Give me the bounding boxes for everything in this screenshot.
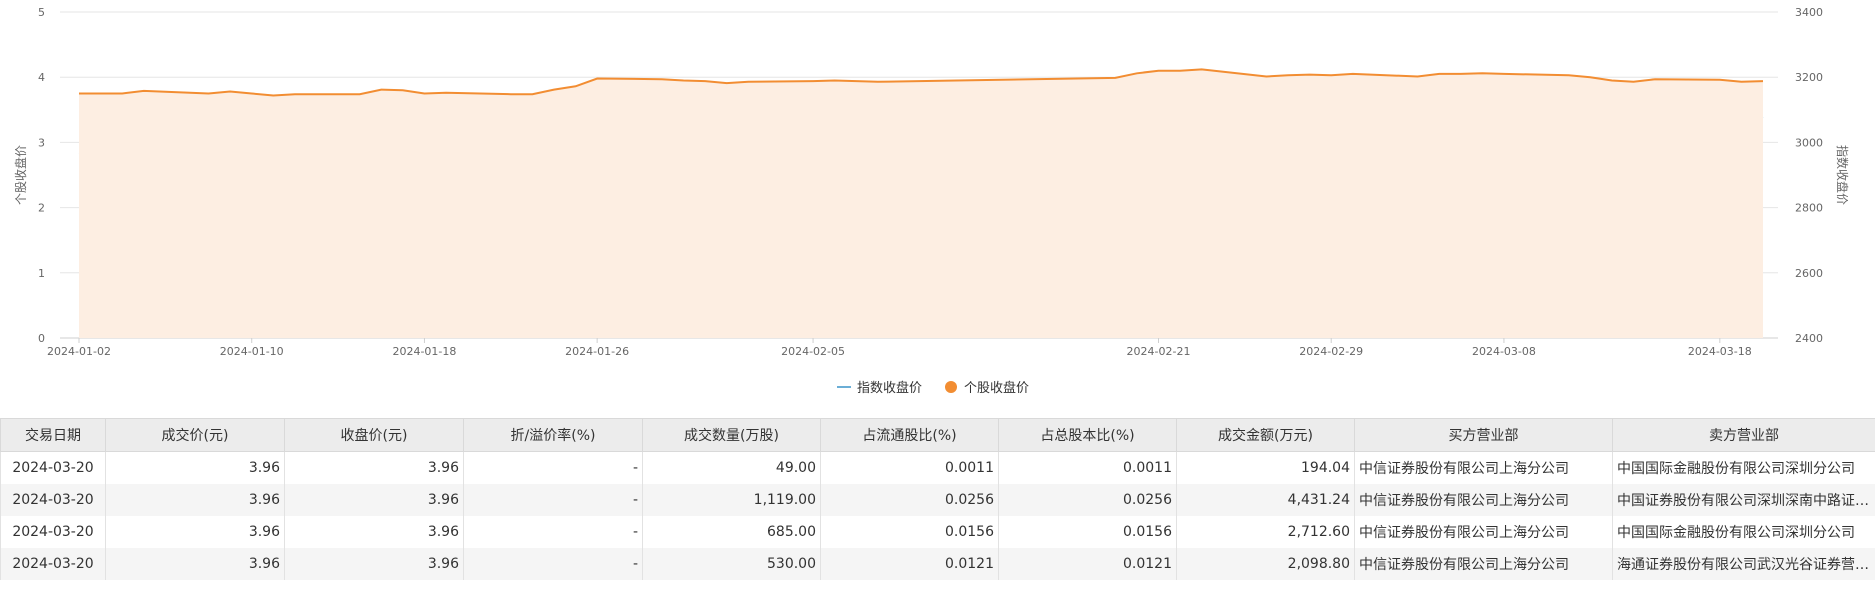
right-axis-tick: 2600 (1795, 267, 1823, 280)
cell-amount: 2,712.60 (1176, 516, 1355, 548)
cell-close-price: 3.96 (284, 548, 464, 580)
right-axis-tick: 3000 (1795, 136, 1823, 149)
cell-total-ratio: 0.0156 (998, 516, 1177, 548)
col-header-volume: 成交数量(万股) (642, 418, 821, 452)
x-axis-tick: 2024-02-05 (781, 345, 845, 358)
cell-volume: 530.00 (642, 548, 821, 580)
cell-trade-price: 3.96 (105, 484, 285, 516)
cell-volume: 685.00 (642, 516, 821, 548)
cell-amount: 2,098.80 (1176, 548, 1355, 580)
cell-total-ratio: 0.0256 (998, 484, 1177, 516)
cell-premium-rate: - (463, 484, 643, 516)
x-axis-tick: 2024-03-18 (1688, 345, 1752, 358)
x-axis-tick: 2024-02-29 (1299, 345, 1363, 358)
cell-seller: 中国国际金融股份有限公司深圳分公司 (1612, 516, 1875, 548)
x-axis-tick: 2024-02-21 (1127, 345, 1191, 358)
cell-premium-rate: - (463, 451, 643, 484)
cell-date: 2024-03-20 (0, 548, 106, 580)
cell-seller: 中国国际金融股份有限公司深圳分公司 (1612, 451, 1875, 484)
cell-premium-rate: - (463, 548, 643, 580)
col-header-amount: 成交金额(万元) (1176, 418, 1355, 452)
col-header-trade-price: 成交价(元) (105, 418, 285, 452)
cell-close-price: 3.96 (284, 516, 464, 548)
legend-stock-marker (945, 381, 957, 393)
cell-total-ratio: 0.0011 (998, 451, 1177, 484)
cell-close-price: 3.96 (284, 451, 464, 484)
cell-float-ratio: 0.0156 (820, 516, 999, 548)
cell-amount: 194.04 (1176, 451, 1355, 484)
col-header-buyer: 买方营业部 (1354, 418, 1613, 452)
cell-seller: 中国证券股份有限公司深圳深南中路证券营业部 (1612, 484, 1875, 516)
cell-buyer: 中信证券股份有限公司上海分公司 (1354, 548, 1613, 580)
cell-volume: 1,119.00 (642, 484, 821, 516)
block-trade-table: 交易日期 成交价(元) 收盘价(元) 折/溢价率(%) 成交数量(万股) 占流通… (0, 418, 1875, 580)
cell-date: 2024-03-20 (0, 484, 106, 516)
col-header-float-ratio: 占流通股比(%) (820, 418, 999, 452)
left-axis-tick: 3 (38, 136, 45, 149)
table-row: 2024-03-20 3.96 3.96 - 530.00 0.0121 0.0… (0, 548, 1875, 580)
cell-close-price: 3.96 (284, 484, 464, 516)
col-header-seller: 卖方营业部 (1612, 418, 1875, 452)
cell-float-ratio: 0.0121 (820, 548, 999, 580)
cell-float-ratio: 0.0011 (820, 451, 999, 484)
stock-price-area (79, 69, 1763, 339)
table-row: 2024-03-20 3.96 3.96 - 49.00 0.0011 0.00… (0, 451, 1875, 484)
cell-amount: 4,431.24 (1176, 484, 1355, 516)
table-row: 2024-03-20 3.96 3.96 - 685.00 0.0156 0.0… (0, 516, 1875, 548)
left-axis-tick: 1 (38, 267, 45, 280)
left-axis-title: 个股收盘价 (13, 145, 28, 205)
right-axis-tick: 2800 (1795, 202, 1823, 215)
cell-buyer: 中信证券股份有限公司上海分公司 (1354, 516, 1613, 548)
cell-volume: 49.00 (642, 451, 821, 484)
cell-trade-price: 3.96 (105, 516, 285, 548)
price-chart: 0 1 2 3 4 5 2400 2600 2800 3000 3200 3400 个股收盘价 指数收盘价… (0, 0, 1875, 415)
cell-buyer: 中信证券股份有限公司上海分公司 (1354, 484, 1613, 516)
left-axis-tick: 2 (38, 202, 45, 215)
cell-date: 2024-03-20 (0, 451, 106, 484)
col-header-total-ratio: 占总股本比(%) (998, 418, 1177, 452)
cell-seller: 海通证券股份有限公司武汉光谷证券营业部 (1612, 548, 1875, 580)
x-axis-tick: 2024-01-10 (220, 345, 284, 358)
cell-trade-price: 3.96 (105, 451, 285, 484)
cell-total-ratio: 0.0121 (998, 548, 1177, 580)
table-header-row: 交易日期 成交价(元) 收盘价(元) 折/溢价率(%) 成交数量(万股) 占流通… (0, 418, 1875, 452)
right-axis-title: 指数收盘价 (1835, 145, 1850, 205)
x-axis-tick: 2024-01-18 (392, 345, 456, 358)
cell-premium-rate: - (463, 516, 643, 548)
col-header-premium-rate: 折/溢价率(%) (463, 418, 643, 452)
col-header-close-price: 收盘价(元) (284, 418, 464, 452)
cell-date: 2024-03-20 (0, 516, 106, 548)
right-axis-tick: 3400 (1795, 6, 1823, 19)
left-axis-tick: 5 (38, 6, 45, 19)
cell-float-ratio: 0.0256 (820, 484, 999, 516)
legend-index-label: 指数收盘价 (857, 380, 922, 396)
right-axis-tick: 2400 (1795, 332, 1823, 345)
left-axis-tick: 0 (38, 332, 45, 345)
x-axis-tick: 2024-01-02 (47, 345, 111, 358)
col-header-date: 交易日期 (0, 418, 106, 452)
cell-buyer: 中信证券股份有限公司上海分公司 (1354, 451, 1613, 484)
right-axis-tick: 3200 (1795, 71, 1823, 84)
chart-svg: 012345240026002800300032003400个股收盘价 指数收盘价… (13, 6, 1850, 396)
legend-stock-label: 个股收盘价 (964, 380, 1029, 396)
cell-trade-price: 3.96 (105, 548, 285, 580)
table-row: 2024-03-20 3.96 3.96 - 1,119.00 0.0256 0… (0, 484, 1875, 516)
x-axis-tick: 2024-01-26 (565, 345, 629, 358)
x-axis-tick: 2024-03-08 (1472, 345, 1536, 358)
left-axis-tick: 4 (38, 71, 45, 84)
